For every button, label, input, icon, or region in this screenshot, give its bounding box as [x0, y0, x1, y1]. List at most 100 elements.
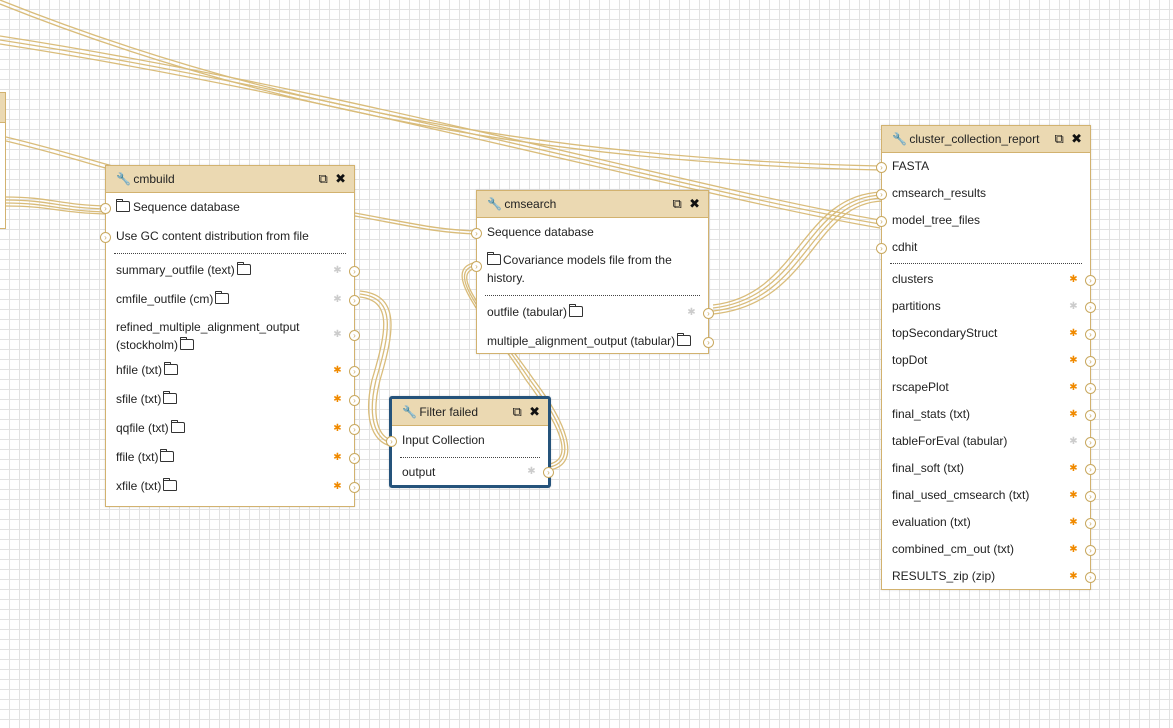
input-terminal[interactable]: ›	[876, 161, 887, 173]
output-row: rscapePlot ✱ ›	[882, 374, 1096, 401]
node-title-cmbuild[interactable]: 🔧 cmbuild ⧉ ✖	[106, 166, 354, 193]
input-row: › model_tree_files	[876, 207, 1090, 234]
asterisk-icon[interactable]: ✱	[687, 307, 696, 317]
output-row: final_used_cmsearch (txt) ✱ ›	[882, 482, 1096, 509]
output-terminal[interactable]: ›	[1085, 382, 1096, 394]
output-terminal[interactable]: ›	[1085, 436, 1096, 448]
input-terminal[interactable]: ›	[386, 435, 397, 447]
node-title-filter-failed[interactable]: 🔧 Filter failed ⧉ ✖	[392, 399, 548, 426]
output-row: tableForEval (tabular) ✱ ›	[882, 428, 1096, 455]
input-terminal[interactable]: ›	[471, 227, 482, 239]
node-cmbuild[interactable]: 🔧 cmbuild ⧉ ✖ › Sequence database › Use …	[100, 165, 360, 507]
output-terminal[interactable]: ›	[1085, 463, 1096, 475]
asterisk-icon[interactable]: ✱	[1069, 274, 1078, 284]
asterisk-icon[interactable]: ✱	[333, 481, 342, 491]
copy-icon[interactable]: ⧉	[318, 166, 327, 192]
input-terminal[interactable]: ›	[876, 215, 887, 227]
asterisk-icon[interactable]: ✱	[333, 330, 342, 340]
output-terminal[interactable]: ›	[703, 307, 714, 319]
output-terminal[interactable]: ›	[1085, 571, 1096, 583]
node-title-cmsearch[interactable]: 🔧 cmsearch ⧉ ✖	[477, 191, 708, 218]
output-terminal[interactable]: ›	[1085, 409, 1096, 421]
node-title-cluster-collection-report[interactable]: 🔧 cluster_collection_report ⧉ ✖	[882, 126, 1090, 153]
close-icon[interactable]: ✖	[335, 166, 346, 192]
output-terminal[interactable]: ›	[1085, 517, 1096, 529]
output-terminal[interactable]: ›	[703, 336, 714, 348]
folder-icon	[164, 362, 179, 375]
asterisk-icon[interactable]: ✱	[333, 394, 342, 404]
output-row: final_soft (txt) ✱ ›	[882, 455, 1096, 482]
asterisk-icon[interactable]: ✱	[1069, 517, 1078, 527]
asterisk-icon[interactable]: ✱	[333, 265, 342, 275]
folder-icon	[215, 291, 230, 304]
input-label: Input Collection	[402, 433, 485, 447]
copy-icon[interactable]: ⧉	[1054, 126, 1063, 152]
output-label: refined_multiple_alignment_output (stock…	[116, 320, 300, 352]
input-terminal[interactable]: ›	[100, 202, 111, 214]
io-divider	[485, 295, 700, 296]
asterisk-icon[interactable]: ✱	[1069, 328, 1078, 338]
asterisk-icon[interactable]: ✱	[1069, 409, 1078, 419]
input-row: › cdhit	[876, 234, 1090, 261]
input-label: cmsearch_results	[892, 186, 987, 200]
output-terminal[interactable]: ›	[1085, 274, 1096, 286]
input-row: › Input Collection	[386, 426, 548, 455]
offscreen-node-lower[interactable]	[0, 122, 6, 229]
node-cluster-collection-report[interactable]: 🔧 cluster_collection_report ⧉ ✖ › FASTA …	[876, 125, 1096, 590]
node-filter-failed[interactable]: 🔧 Filter failed ⧉ ✖ › Input Collection o…	[386, 396, 554, 488]
close-icon[interactable]: ✖	[689, 191, 700, 217]
offscreen-node-upper[interactable]	[0, 92, 6, 124]
output-terminal[interactable]: ›	[349, 481, 360, 493]
output-row: RESULTS_zip (zip) ✱ ›	[882, 563, 1096, 590]
copy-icon[interactable]: ⧉	[672, 191, 681, 217]
connection-wire	[0, 0, 881, 167]
output-terminal[interactable]: ›	[349, 423, 360, 435]
input-terminal[interactable]: ›	[876, 188, 887, 200]
asterisk-icon[interactable]: ✱	[1069, 355, 1078, 365]
asterisk-icon[interactable]: ✱	[333, 452, 342, 462]
node-cmsearch[interactable]: 🔧 cmsearch ⧉ ✖ › Sequence database › Cov…	[471, 190, 714, 354]
input-terminal[interactable]: ›	[100, 231, 111, 243]
input-terminal[interactable]: ›	[876, 242, 887, 254]
output-terminal[interactable]: ›	[1085, 490, 1096, 502]
output-terminal[interactable]: ›	[349, 452, 360, 464]
folder-icon	[160, 449, 175, 462]
output-terminal[interactable]: ›	[543, 467, 554, 478]
input-label: Sequence database	[487, 225, 594, 239]
asterisk-icon[interactable]: ✱	[1069, 544, 1078, 554]
asterisk-icon[interactable]: ✱	[527, 467, 536, 477]
output-terminal[interactable]: ›	[1085, 328, 1096, 340]
copy-icon[interactable]: ⧉	[512, 399, 521, 425]
output-terminal[interactable]: ›	[349, 365, 360, 377]
output-label: final_stats (txt)	[892, 407, 971, 421]
output-terminal[interactable]: ›	[1085, 301, 1096, 313]
input-label: model_tree_files	[892, 213, 981, 227]
asterisk-icon[interactable]: ✱	[1069, 571, 1078, 581]
asterisk-icon[interactable]: ✱	[1069, 436, 1078, 446]
output-terminal[interactable]: ›	[349, 394, 360, 406]
output-row: outfile (tabular) ✱ ›	[477, 298, 714, 327]
asterisk-icon[interactable]: ✱	[1069, 382, 1078, 392]
input-label: cdhit	[892, 240, 918, 254]
output-row: xfile (txt) ✱ ›	[106, 472, 360, 501]
output-terminal[interactable]: ›	[349, 294, 360, 306]
asterisk-icon[interactable]: ✱	[1069, 463, 1078, 473]
input-row: › Sequence database	[471, 218, 708, 247]
asterisk-icon[interactable]: ✱	[333, 365, 342, 375]
input-terminal[interactable]: ›	[471, 261, 482, 272]
output-terminal[interactable]: ›	[1085, 544, 1096, 556]
close-icon[interactable]: ✖	[529, 399, 540, 425]
asterisk-icon[interactable]: ✱	[1069, 301, 1078, 311]
output-label: evaluation (txt)	[892, 515, 971, 529]
output-row: summary_outfile (text) ✱ ›	[106, 256, 360, 285]
folder-icon	[180, 337, 195, 350]
output-terminal[interactable]: ›	[349, 330, 360, 341]
io-divider	[400, 457, 540, 458]
asterisk-icon[interactable]: ✱	[1069, 490, 1078, 500]
output-label: RESULTS_zip (zip)	[892, 569, 996, 583]
close-icon[interactable]: ✖	[1071, 126, 1082, 152]
output-terminal[interactable]: ›	[349, 265, 360, 277]
asterisk-icon[interactable]: ✱	[333, 423, 342, 433]
output-terminal[interactable]: ›	[1085, 355, 1096, 367]
asterisk-icon[interactable]: ✱	[333, 294, 342, 304]
